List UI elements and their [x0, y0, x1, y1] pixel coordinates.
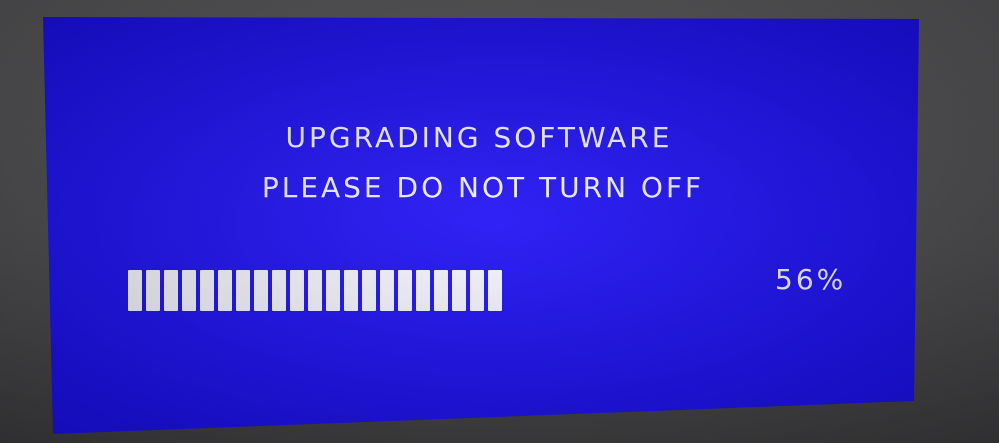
progress-segment [398, 270, 412, 311]
warning-message: PLEASE DO NOT TURN OFF [261, 171, 705, 204]
progress-segment [452, 270, 466, 311]
progress-segment [416, 270, 430, 311]
progress-segment [344, 270, 358, 311]
progress-segment [218, 270, 232, 311]
progress-segment [290, 270, 304, 311]
progress-segment [146, 270, 160, 311]
upgrade-title: UPGRADING SOFTWARE [285, 121, 673, 154]
progress-segment [470, 270, 484, 311]
progress-segment [164, 270, 178, 311]
progress-percent: 56% [775, 263, 847, 296]
progress-segment [380, 270, 394, 311]
progress-segment [308, 270, 322, 311]
progress-segment [362, 270, 376, 311]
progress-segment [200, 270, 214, 311]
progress-segment [236, 270, 250, 311]
progress-segment [488, 270, 502, 311]
progress-segment [254, 270, 268, 311]
progress-bar [128, 270, 502, 311]
progress-segment [434, 270, 448, 311]
upgrade-screen [43, 17, 919, 434]
progress-segment [182, 270, 196, 311]
progress-segment [272, 270, 286, 311]
progress-segment [326, 270, 340, 311]
progress-segment [128, 270, 142, 311]
